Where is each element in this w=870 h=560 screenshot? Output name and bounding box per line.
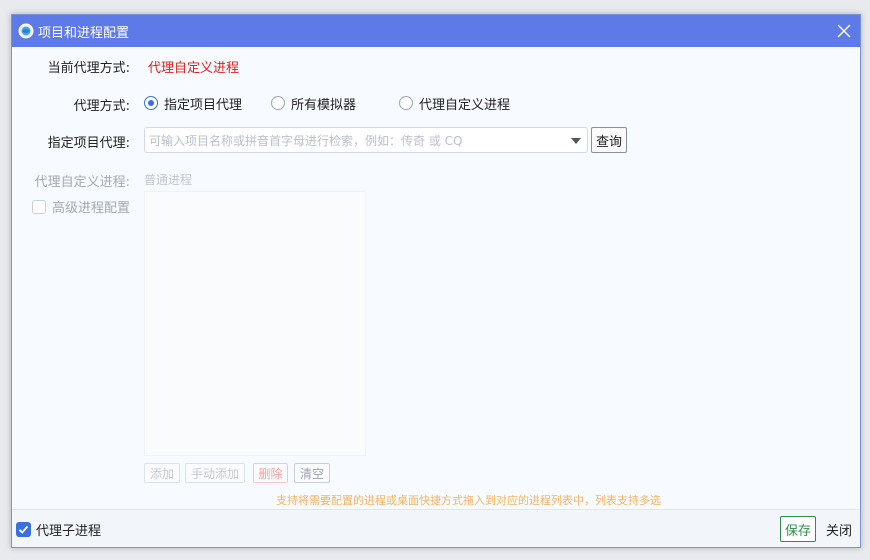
close-icon[interactable] [832, 19, 856, 43]
radio-label: 代理自定义进程 [419, 97, 511, 113]
config-dialog: 项目和进程配置 当前代理方式: 代理自定义进程 代理方式: 指定项目代理 所有模… [11, 14, 861, 548]
proxy-child-checkbox[interactable]: 代理子进程 [16, 520, 101, 539]
checkbox-box [32, 199, 46, 214]
add-button[interactable]: 添加 [144, 463, 180, 483]
proxy-mode-label: 代理方式: [73, 99, 130, 114]
project-proxy-label: 指定项目代理: [47, 136, 130, 151]
radio-dot [144, 96, 158, 110]
manual-add-button[interactable]: 手动添加 [185, 463, 245, 483]
project-combo[interactable] [144, 127, 588, 153]
radio-custom-process[interactable]: 代理自定义进程 [399, 95, 511, 113]
radio-project-proxy[interactable]: 指定项目代理 [144, 95, 243, 113]
close-button[interactable]: 关闭 [822, 516, 856, 542]
window-title: 项目和进程配置 [38, 26, 130, 41]
titlebar: 项目和进程配置 [12, 15, 860, 47]
advanced-process-checkbox[interactable]: 高级进程配置 [32, 197, 130, 216]
clear-button[interactable]: 清空 [294, 463, 330, 483]
radio-all-emulators[interactable]: 所有模拟器 [271, 95, 357, 113]
drag-hint: 支持将需要配置的进程或桌面快捷方式拖入到对应的进程列表中，列表支持多选 [276, 494, 661, 507]
project-search-input[interactable] [149, 132, 569, 150]
footer: 代理子进程 保存 关闭 [12, 509, 860, 547]
custom-process-label: 代理自定义进程: [34, 175, 130, 190]
radio-label: 所有模拟器 [291, 97, 357, 113]
current-mode-value: 代理自定义进程 [148, 61, 240, 76]
chevron-down-icon[interactable] [571, 138, 581, 144]
radio-dot [399, 96, 413, 110]
advanced-process-label: 高级进程配置 [52, 201, 131, 216]
process-list[interactable] [144, 191, 366, 456]
radio-dot [271, 96, 285, 110]
radio-label: 指定项目代理 [164, 97, 243, 113]
delete-button[interactable]: 删除 [253, 463, 288, 483]
checkmark-icon [18, 525, 29, 534]
save-button[interactable]: 保存 [780, 516, 816, 542]
proxy-child-label: 代理子进程 [36, 524, 102, 539]
query-button[interactable]: 查询 [591, 127, 627, 153]
app-globe-icon [18, 23, 34, 39]
checkbox-box [16, 522, 31, 537]
current-mode-label: 当前代理方式: [47, 61, 130, 76]
custom-process-value: 普通进程 [144, 173, 193, 187]
